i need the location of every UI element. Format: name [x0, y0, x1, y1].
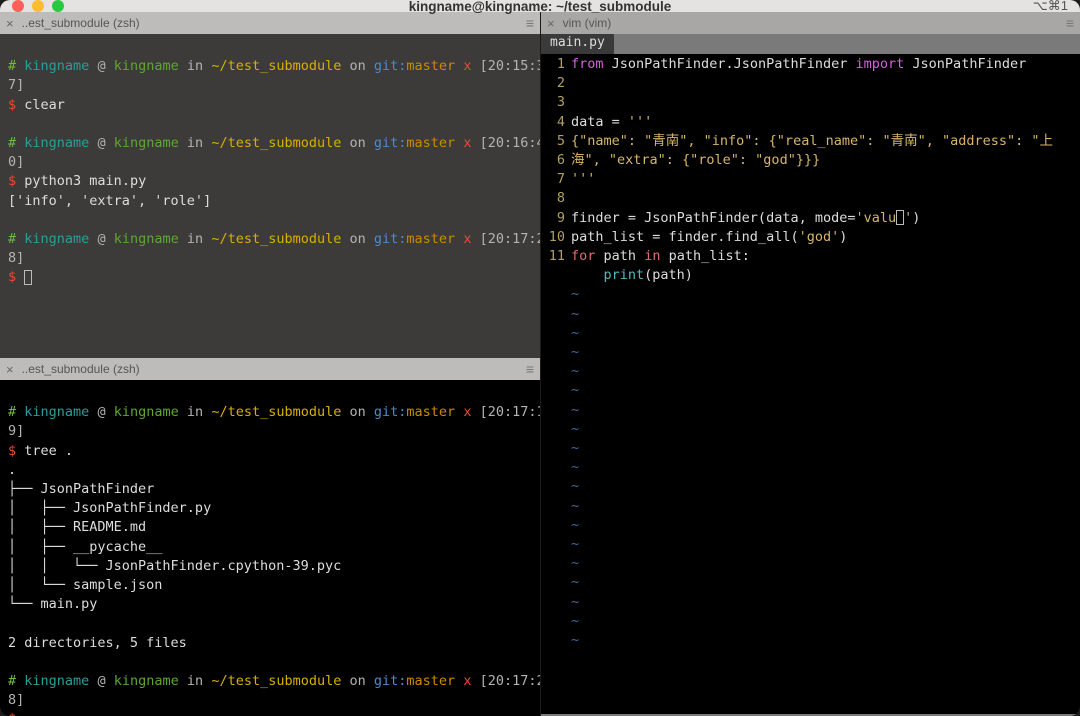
close-icon[interactable]: × [6, 362, 14, 377]
hamburger-icon[interactable]: ≡ [526, 361, 534, 377]
window-shortcut-indicator: ⌥⌘1 [1033, 0, 1068, 14]
code-area[interactable]: 1 2 3 4 5 6 7 8 9 10 11 from JsonPathFin… [541, 54, 1080, 714]
editor-tabbar: main.py [541, 34, 1080, 54]
titlebar: kingname@kingname: ~/test_submodule ⌥⌘1 [0, 0, 1080, 12]
top-left-tabbar: × ..est_submodule (zsh) ≡ [0, 12, 540, 34]
content-area: × ..est_submodule (zsh) ≡ # kingname @ k… [0, 12, 1080, 716]
tab-label[interactable]: ..est_submodule (zsh) [22, 362, 140, 376]
top-left-terminal[interactable]: # kingname @ kingname in ~/test_submodul… [0, 34, 540, 358]
tab-label[interactable]: ..est_submodule (zsh) [22, 16, 140, 30]
code-content[interactable]: from JsonPathFinder.JsonPathFinder impor… [571, 55, 1080, 714]
left-column: × ..est_submodule (zsh) ≡ # kingname @ k… [0, 12, 540, 716]
vim-editor[interactable]: main.py 1 2 3 4 5 6 7 8 9 10 11 from Jso… [541, 34, 1080, 716]
close-icon[interactable]: × [547, 16, 555, 31]
bottom-left-tabbar: × ..est_submodule (zsh) ≡ [0, 358, 540, 380]
cursor-icon [24, 270, 32, 285]
tab-label[interactable]: vim (vim) [563, 16, 612, 30]
window-title: kingname@kingname: ~/test_submodule [0, 0, 1080, 14]
right-tabbar: × vim (vim) ≡ [541, 12, 1080, 34]
file-tab[interactable]: main.py [541, 34, 614, 54]
bottom-left-terminal[interactable]: # kingname @ kingname in ~/test_submodul… [0, 380, 540, 716]
hamburger-icon[interactable]: ≡ [1066, 15, 1074, 31]
cursor-icon [896, 210, 904, 225]
line-gutter: 1 2 3 4 5 6 7 8 9 10 11 [541, 55, 571, 714]
right-column: × vim (vim) ≡ main.py 1 2 3 4 5 6 7 8 9 … [540, 12, 1080, 716]
app-window: kingname@kingname: ~/test_submodule ⌥⌘1 … [0, 0, 1080, 716]
close-icon[interactable]: × [6, 16, 14, 31]
hamburger-icon[interactable]: ≡ [526, 15, 534, 31]
